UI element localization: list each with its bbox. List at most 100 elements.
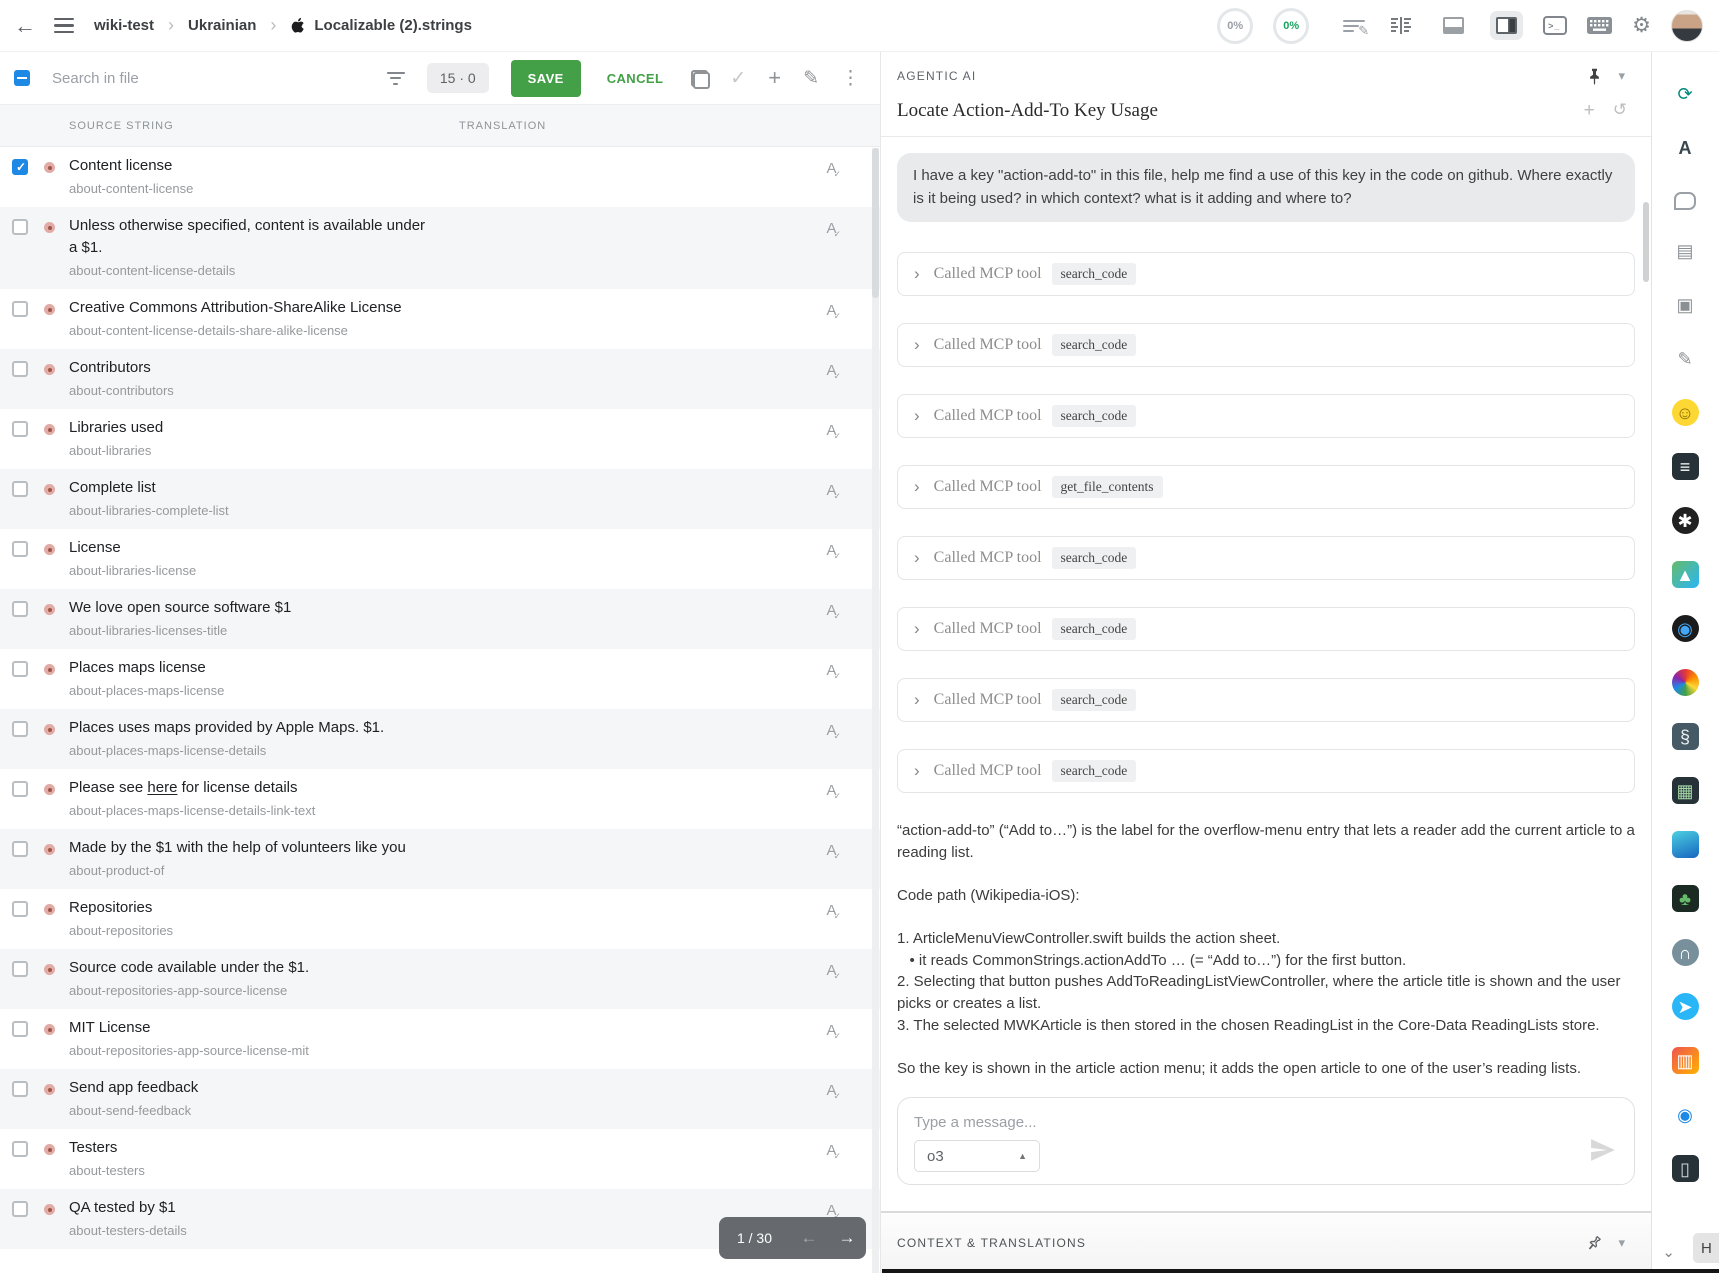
string-key[interactable]: about-contributors	[69, 381, 434, 401]
next-page-button[interactable]: →	[828, 1228, 866, 1248]
add-icon[interactable]: +	[768, 67, 781, 89]
translate-icon[interactable]: A✓	[826, 160, 844, 177]
table-row[interactable]: Places maps license about-places-maps-li…	[0, 649, 880, 709]
table-row[interactable]: Unless otherwise specified, content is a…	[0, 207, 880, 289]
mcp-tool-call[interactable]: › Called MCP tool search_code	[897, 536, 1635, 580]
source-string-text[interactable]: Places maps license	[69, 657, 434, 679]
collapse-panel-chevron-icon[interactable]: ▾	[1618, 68, 1625, 84]
compose-app-icon[interactable]: ✎	[1672, 345, 1699, 372]
mcp-tool-call[interactable]: › Called MCP tool get_file_contents	[897, 465, 1635, 509]
table-row[interactable]: Complete list about-libraries-complete-l…	[0, 469, 880, 529]
table-row[interactable]: Made by the $1 with the help of voluntee…	[0, 829, 880, 889]
translate-icon[interactable]: A✓	[826, 902, 844, 919]
table-row[interactable]: Libraries used about-libraries A✓	[0, 409, 880, 469]
row-checkbox[interactable]	[12, 901, 28, 917]
translate-icon[interactable]: A✓	[826, 1082, 844, 1099]
translate-icon[interactable]: A✓	[826, 1022, 844, 1039]
headset-app-icon[interactable]: ∩	[1672, 939, 1699, 966]
view-bottom-panel-button[interactable]	[1437, 11, 1470, 40]
string-key[interactable]: about-content-license	[69, 179, 434, 199]
translate-icon[interactable]: A✓	[826, 482, 844, 499]
row-checkbox[interactable]	[12, 1081, 28, 1097]
pin-icon[interactable]	[1587, 68, 1602, 85]
source-string-text[interactable]: Source code available under the $1.	[69, 957, 434, 979]
row-checkbox[interactable]	[12, 1201, 28, 1217]
translate-icon[interactable]: A✓	[826, 782, 844, 799]
translate-icon[interactable]: A✓	[826, 722, 844, 739]
mcp-tool-call[interactable]: › Called MCP tool search_code	[897, 323, 1635, 367]
row-checkbox[interactable]	[12, 1021, 28, 1037]
row-checkbox[interactable]	[12, 721, 28, 737]
terminal-icon[interactable]: >_	[1543, 16, 1567, 35]
string-key[interactable]: about-content-license-details-share-alik…	[69, 321, 434, 341]
source-string-text[interactable]: Please see here for license details	[69, 777, 434, 799]
row-checkbox[interactable]	[12, 1141, 28, 1157]
article-app-icon[interactable]: ▤	[1672, 237, 1699, 264]
sync-app-icon[interactable]: ⟳	[1672, 80, 1699, 107]
ai-panel-scrollbar[interactable]	[1643, 202, 1649, 282]
string-key[interactable]: about-libraries-licenses-title	[69, 621, 434, 641]
new-conversation-icon[interactable]: +	[1584, 100, 1595, 122]
row-checkbox[interactable]	[12, 661, 28, 677]
source-string-text[interactable]: Send app feedback	[69, 1077, 434, 1099]
string-key[interactable]: about-content-license-details	[69, 261, 434, 281]
table-row[interactable]: Content license about-content-license A✓	[0, 147, 880, 207]
translate-icon[interactable]: A✓	[826, 602, 844, 619]
string-key[interactable]: about-testers-details	[69, 1221, 434, 1241]
notes-app-icon[interactable]: ≡	[1672, 453, 1699, 480]
progress-circle-done[interactable]: 0%	[1273, 8, 1309, 44]
mcp-tool-call[interactable]: › Called MCP tool search_code	[897, 678, 1635, 722]
smiley-app-icon[interactable]: ☺	[1672, 399, 1699, 426]
back-icon[interactable]: ←	[14, 15, 36, 37]
gradient-app-icon[interactable]	[1672, 831, 1699, 858]
table-row[interactable]: Creative Commons Attribution-ShareAlike …	[0, 289, 880, 349]
row-checkbox[interactable]	[12, 841, 28, 857]
history-icon[interactable]: ↺	[1613, 100, 1627, 122]
message-input-box[interactable]: Type a message... o3 ▲	[897, 1097, 1635, 1185]
model-selector[interactable]: o3 ▲	[914, 1140, 1040, 1172]
string-key[interactable]: about-testers	[69, 1161, 434, 1181]
string-key[interactable]: about-libraries-license	[69, 561, 434, 581]
translate-app-icon[interactable]: A	[1672, 134, 1699, 161]
source-string-text[interactable]: License	[69, 537, 434, 559]
row-checkbox[interactable]	[12, 421, 28, 437]
duplicate-icon[interactable]	[691, 70, 708, 87]
string-key[interactable]: about-repositories	[69, 921, 434, 941]
plant-app-icon[interactable]: ♣	[1672, 885, 1699, 912]
eye-app-icon[interactable]: ◉	[1672, 1101, 1699, 1128]
row-checkbox[interactable]	[12, 361, 28, 377]
select-all-checkbox[interactable]	[14, 70, 30, 86]
package-app-icon[interactable]: ▥	[1672, 1047, 1699, 1074]
source-string-text[interactable]: Places uses maps provided by Apple Maps.…	[69, 717, 434, 739]
menu-icon[interactable]	[54, 14, 74, 38]
keyboard-icon[interactable]	[1587, 17, 1612, 34]
search-input[interactable]	[52, 70, 379, 87]
translate-icon[interactable]: A✓	[826, 542, 844, 559]
edit-list-icon[interactable]: ✎	[1343, 17, 1365, 35]
source-string-text[interactable]: Made by the $1 with the help of voluntee…	[69, 837, 434, 859]
send-icon[interactable]	[1590, 1138, 1616, 1162]
section-app-icon[interactable]: §	[1672, 723, 1699, 750]
filter-icon[interactable]	[387, 68, 405, 88]
cancel-button[interactable]: CANCEL	[607, 71, 664, 86]
string-key[interactable]: about-libraries	[69, 441, 434, 461]
view-right-panel-button[interactable]	[1490, 11, 1523, 40]
source-string-text[interactable]: Testers	[69, 1137, 434, 1159]
burst-app-icon[interactable]: ✱	[1672, 507, 1699, 534]
translate-icon[interactable]: A✓	[826, 220, 844, 237]
translate-icon[interactable]: A✓	[826, 362, 844, 379]
source-string-text[interactable]: MIT License	[69, 1017, 434, 1039]
mcp-tool-call[interactable]: › Called MCP tool search_code	[897, 607, 1635, 651]
breadcrumb-language[interactable]: Ukrainian	[188, 17, 256, 34]
expand-context-chevron-icon[interactable]: ▾	[1618, 1235, 1625, 1251]
approve-check-icon[interactable]: ✓	[730, 69, 746, 88]
source-string-text[interactable]: Unless otherwise specified, content is a…	[69, 215, 434, 259]
translate-icon[interactable]: A✓	[826, 422, 844, 439]
source-string-text[interactable]: Complete list	[69, 477, 434, 499]
source-string-text[interactable]: Creative Commons Attribution-ShareAlike …	[69, 297, 434, 319]
table-row[interactable]: We love open source software $1 about-li…	[0, 589, 880, 649]
translate-icon[interactable]: A✓	[826, 962, 844, 979]
source-string-text[interactable]: Libraries used	[69, 417, 434, 439]
row-checkbox[interactable]	[12, 961, 28, 977]
pages-app-icon[interactable]: ▣	[1672, 291, 1699, 318]
